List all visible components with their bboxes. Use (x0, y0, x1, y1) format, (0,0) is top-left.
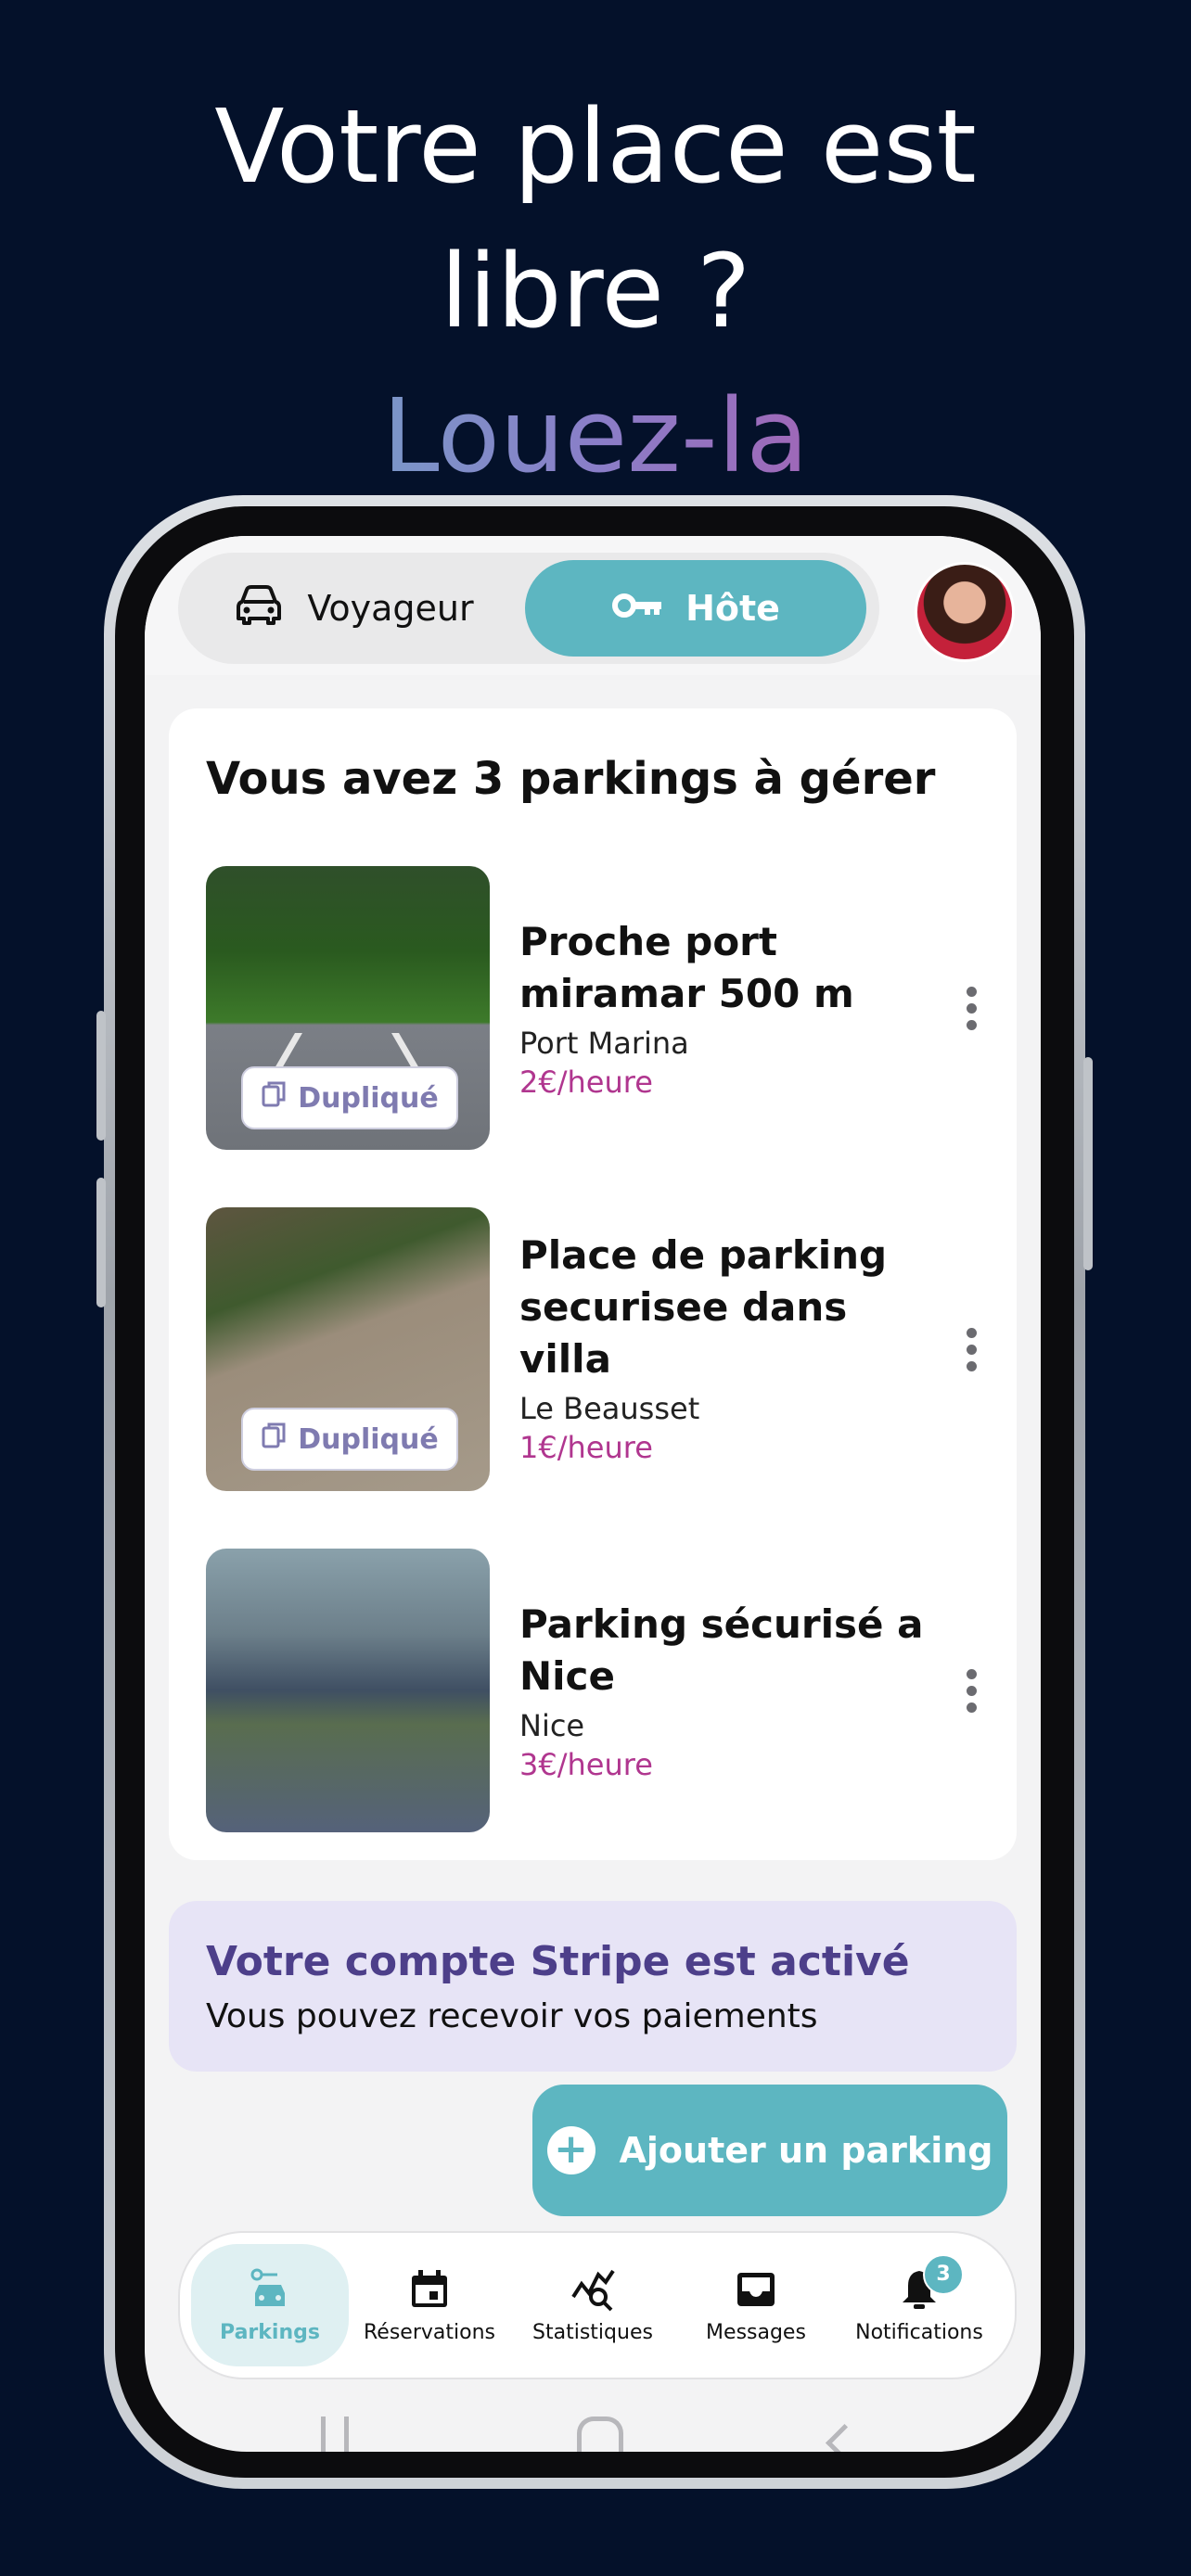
bell-icon: 3 (897, 2253, 964, 2312)
stripe-status-banner: Votre compte Stripe est activé Vous pouv… (169, 1901, 1017, 2072)
host-label: Hôte (685, 588, 780, 629)
system-nav-bar (145, 2409, 1041, 2452)
nav-notifications[interactable]: 3 Notifications (840, 2244, 998, 2366)
duplicated-label: Dupliqué (298, 1081, 439, 1115)
promo-headline: Votre place est libre ? Louez-la (0, 74, 1191, 508)
plus-icon: + (546, 2126, 596, 2174)
headline-accent: Louez-la (0, 363, 1191, 508)
duplicated-label: Dupliqué (298, 1422, 439, 1456)
mode-toggle: Voyageur Hôte (178, 553, 879, 664)
traveler-label: Voyageur (307, 588, 474, 629)
parking-price: 1€/heure (519, 1430, 653, 1465)
more-options-icon[interactable] (967, 987, 978, 1037)
app-screen: Voyageur Hôte Vous avez 3 parkings à gér… (145, 536, 1041, 2452)
stripe-title: Votre compte Stripe est activé (206, 1938, 910, 1985)
nav-reservations[interactable]: Réservations (351, 2244, 508, 2366)
nav-parkings[interactable]: Parkings (191, 2244, 349, 2366)
back-icon[interactable] (825, 2423, 864, 2452)
parking-photo: Dupliqué (206, 1207, 490, 1491)
nav-label: Parkings (220, 2320, 320, 2344)
duplicated-badge: Dupliqué (241, 1408, 458, 1471)
parking-title: Parking sécurisé a Nice (519, 1601, 924, 1699)
power-button (1083, 1057, 1093, 1270)
parking-location: Le Beausset (519, 1391, 700, 1426)
nav-statistics[interactable]: Statistiques (514, 2244, 672, 2366)
volume-up-button (96, 1011, 106, 1141)
parking-photo (206, 1549, 490, 1832)
bottom-nav: Parkings Réservations Statistiques Messa… (178, 2231, 1017, 2379)
notification-badge: 3 (923, 2253, 964, 2295)
copy-icon (261, 1079, 287, 1116)
parkings-count-title: Vous avez 3 parkings à gérer (206, 753, 936, 805)
parking-price: 2€/heure (519, 1065, 653, 1100)
parking-list-item[interactable]: Dupliqué Proche port miramar 500 m Port … (206, 866, 985, 1150)
parking-location: Nice (519, 1708, 585, 1743)
key-icon (611, 588, 665, 629)
headline-line-1: Votre place est (214, 87, 977, 206)
traveler-mode-button[interactable]: Voyageur (178, 553, 531, 664)
more-options-icon[interactable] (967, 1328, 978, 1378)
parking-title: Proche port miramar 500 m (519, 919, 854, 1016)
nav-label: Réservations (364, 2320, 495, 2344)
home-icon[interactable] (577, 2417, 623, 2452)
nav-label: Messages (706, 2320, 806, 2344)
car-key-icon (248, 2267, 292, 2312)
parking-photo: Dupliqué (206, 866, 490, 1150)
parkings-card: Vous avez 3 parkings à gérer Dupliqué Pr… (169, 708, 1017, 1860)
calendar-icon (407, 2267, 452, 2312)
car-icon (235, 583, 283, 634)
nav-messages[interactable]: Messages (677, 2244, 835, 2366)
stripe-subtitle: Vous pouvez recevoir vos paiements (206, 1997, 818, 2035)
nav-label: Statistiques (532, 2320, 653, 2344)
more-options-icon[interactable] (967, 1669, 978, 1719)
parking-list-item[interactable]: Dupliqué Place de parking securisee dans… (206, 1207, 985, 1491)
chart-search-icon (570, 2267, 615, 2312)
inbox-icon (734, 2267, 778, 2312)
headline-line-2: libre ? (440, 232, 751, 351)
duplicated-badge: Dupliqué (241, 1066, 458, 1129)
add-parking-button[interactable]: + Ajouter un parking (532, 2085, 1007, 2216)
host-mode-button[interactable]: Hôte (525, 560, 866, 657)
avatar[interactable] (915, 562, 1015, 662)
recent-apps-icon[interactable] (321, 2417, 349, 2452)
volume-down-button (96, 1178, 106, 1307)
parking-list-item[interactable]: Parking sécurisé a Nice Nice 3€/heure (206, 1549, 985, 1832)
add-parking-label: Ajouter un parking (619, 2130, 993, 2171)
nav-label: Notifications (855, 2320, 983, 2344)
parking-location: Port Marina (519, 1026, 689, 1061)
top-bar: Voyageur Hôte (145, 536, 1041, 675)
parking-title: Place de parking securisee dans villa (519, 1232, 888, 1382)
copy-icon (261, 1421, 287, 1458)
parking-price: 3€/heure (519, 1747, 653, 1782)
